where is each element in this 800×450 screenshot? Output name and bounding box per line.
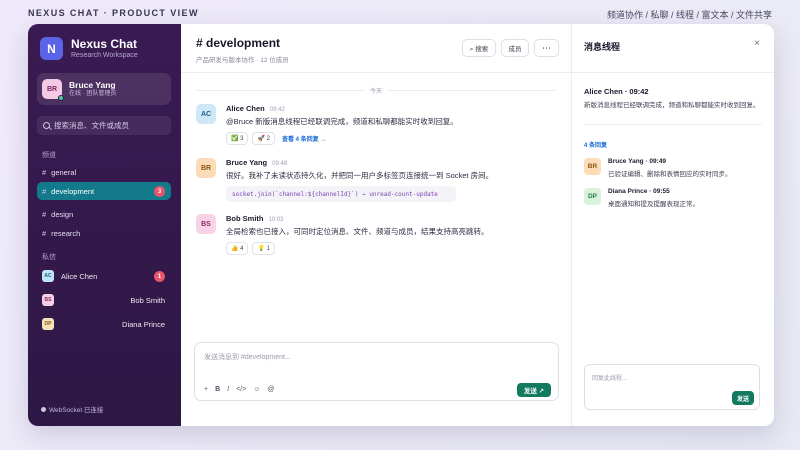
channel-item-general[interactable]: # general	[37, 163, 171, 181]
thread-send-button[interactable]: 发送	[732, 391, 754, 405]
status-dot-icon	[41, 406, 46, 412]
main-chat: # development 产品研发与版本协作 · 12 位成员 ⌕ 搜索 成员…	[181, 24, 572, 426]
formatting-toolbar: + B I </> ☺ @	[204, 386, 282, 393]
channel-item-development[interactable]: # development 3	[37, 182, 171, 200]
dm-item-diana-prince[interactable]: DP Diana Prince	[37, 315, 171, 333]
thread-panel: 消息线程 × Alice Chen · 09:42 新版消息线程已经联调完成，频…	[572, 24, 774, 426]
reply-author: Bruce Yang · 09:49	[608, 158, 667, 165]
hash-icon: #	[42, 228, 47, 238]
reply-placeholder: 回复此线程...	[592, 376, 628, 382]
thread-original-author: Alice Chen · 09:42	[584, 87, 649, 96]
avatar: DP	[584, 188, 601, 205]
message-item[interactable]: AC Alice Chen 09:42 @Bruce 新版消息线程已经联调完成，频…	[196, 104, 561, 149]
channel-title: # development	[196, 36, 281, 50]
reply-author: Diana Prince · 09:55	[608, 188, 670, 195]
date-divider: 今天	[196, 86, 556, 96]
message-author: Alice Chen 09:42	[226, 104, 285, 113]
message-item[interactable]: BS Bob Smith 10:03 全局检索也已接入，可同时定位消息、文件、频道…	[196, 214, 561, 259]
reply-text: 桌面通知和提及提醒表现正常。	[608, 201, 699, 208]
thread-title: 消息线程	[584, 42, 621, 52]
channel-item-research[interactable]: # research	[37, 224, 171, 242]
unread-badge: 1	[154, 271, 165, 282]
message-time: 09:48	[272, 161, 288, 167]
italic-icon[interactable]: I	[227, 386, 229, 393]
avatar: AC	[42, 270, 54, 282]
search-input[interactable]: 搜索消息、文件或成员	[37, 116, 171, 135]
dm-section-label: 私信	[42, 254, 56, 261]
message-text: 全局检索也已接入，可同时定位消息、文件、频道与成员，结果支持高亮跳转。	[226, 227, 489, 236]
channels-section-label: 频道	[42, 152, 56, 159]
reply-count: 4 条回复	[584, 143, 608, 149]
online-status-dot	[58, 95, 64, 101]
hash-icon: #	[42, 167, 47, 177]
avatar: BS	[42, 294, 54, 306]
page-caption-left: NEXUS CHAT · PRODUCT VIEW	[28, 8, 199, 18]
message-item[interactable]: BR Bruce Yang 09:48 很好。我补了未读状态持久化，并把同一用户多…	[196, 158, 561, 206]
message-text: @Bruce 新版消息线程已经联调完成，频道和私聊都能实时收到回复。	[226, 117, 458, 126]
search-button[interactable]: ⌕ 搜索	[462, 39, 496, 57]
dm-item-alice-chen[interactable]: AC Alice Chen 1	[37, 267, 171, 285]
message-text: 很好。我补了未读状态持久化，并把同一用户多标签页连接统一到 Socket 房间。	[226, 171, 494, 180]
view-replies-link[interactable]: 查看 4 条回复 →	[282, 134, 326, 143]
channel-item-design[interactable]: # design	[37, 205, 171, 223]
avatar: BR	[584, 158, 601, 175]
reaction-bar: 👍 4 💡 1	[226, 242, 279, 255]
composer-placeholder: 发送消息到 #development...	[204, 354, 291, 361]
search-icon	[43, 122, 50, 129]
page-caption-right: 频道协作 / 私聊 / 线程 / 富文本 / 文件共享	[606, 10, 772, 20]
message-author: Bob Smith 10:03	[226, 214, 284, 223]
avatar: BR	[42, 79, 64, 101]
hash-icon: #	[42, 209, 47, 219]
code-icon[interactable]: </>	[236, 386, 246, 393]
reaction-chip[interactable]: 👍 4	[226, 242, 249, 255]
avatar: DP	[42, 318, 54, 330]
avatar: BR	[196, 158, 216, 178]
thread-reply[interactable]: BR Bruce Yang · 09:49 已验证编辑、删除和表情回应的实时同步…	[584, 158, 764, 182]
reaction-chip[interactable]: 🚀 2	[252, 132, 275, 145]
reaction-chip[interactable]: 💡 1	[252, 242, 275, 255]
close-icon[interactable]: ×	[754, 38, 760, 49]
sidebar: N Nexus Chat Research Workspace BR Bruce…	[28, 24, 181, 426]
channel-header: # development 产品研发与版本协作 · 12 位成员 ⌕ 搜索 成员…	[181, 24, 571, 73]
emoji-icon[interactable]: ☺	[253, 386, 260, 393]
app-window: N Nexus Chat Research Workspace BR Bruce…	[28, 24, 774, 426]
message-time: 10:03	[268, 217, 284, 223]
thread-reply[interactable]: DP Diana Prince · 09:55 桌面通知和提及提醒表现正常。	[584, 188, 764, 212]
attach-icon[interactable]: +	[204, 386, 208, 393]
message-composer[interactable]: 发送消息到 #development... + B I </> ☺ @ 发送 ↗	[194, 342, 559, 401]
thread-original-text: 新版消息线程已经联调完成，频道和私聊都能实时收到回复。	[584, 102, 760, 109]
reaction-bar: ✅ 3 🚀 2 查看 4 条回复 →	[226, 132, 326, 145]
reaction-chip[interactable]: ✅ 3	[226, 132, 249, 145]
message-author: Bruce Yang 09:48	[226, 158, 288, 167]
bold-icon[interactable]: B	[215, 386, 220, 393]
brand-logo: N	[40, 37, 63, 60]
user-name: Bruce Yang	[69, 80, 116, 90]
user-status: 在线 · 团队管理员	[69, 91, 117, 97]
avatar: BS	[196, 214, 216, 234]
brand-subtitle: Research Workspace	[71, 52, 138, 59]
message-time: 09:42	[269, 107, 285, 113]
mention-icon[interactable]: @	[267, 386, 274, 393]
reply-text: 已验证编辑、删除和表情回应的实时同步。	[608, 171, 732, 178]
current-user-card[interactable]: BR Bruce Yang 在线 · 团队管理员	[37, 73, 171, 105]
more-options-button[interactable]: ⋯	[534, 39, 559, 57]
brand-name: Nexus Chat	[71, 37, 138, 51]
brand: N Nexus Chat Research Workspace	[40, 37, 138, 60]
connection-status: WebSocket 已连接	[41, 404, 103, 414]
hash-icon: #	[42, 186, 47, 196]
send-button[interactable]: 发送 ↗	[517, 383, 551, 397]
code-snippet: socket.join(`channel:${channelId}`) → un…	[226, 186, 456, 202]
unread-badge: 3	[154, 186, 165, 197]
divider	[584, 124, 762, 125]
members-button[interactable]: 成员	[501, 39, 529, 57]
thread-reply-input[interactable]: 回复此线程... 发送	[584, 364, 760, 410]
dm-item-bob-smith[interactable]: BS Bob Smith	[37, 291, 171, 309]
channel-description: 产品研发与版本协作 · 12 位成员	[196, 57, 289, 64]
thread-header: 消息线程 ×	[572, 24, 774, 73]
avatar: AC	[196, 104, 216, 124]
